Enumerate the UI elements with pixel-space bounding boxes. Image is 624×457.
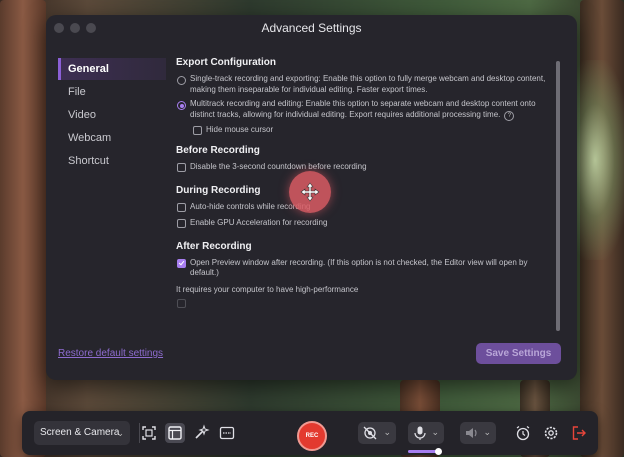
exit-icon — [572, 426, 586, 440]
gear-icon — [544, 426, 558, 440]
export-configuration-heading: Export Configuration — [176, 57, 276, 68]
gpu-checkbox[interactable] — [177, 219, 186, 228]
settings-sidebar: General File Video Webcam Shortcut — [58, 58, 166, 173]
camera-off-icon — [363, 426, 377, 440]
sidebar-item-shortcut[interactable]: Shortcut — [58, 150, 166, 172]
recording-toolbar: Screen & Camera ⌄ REC ⌄ ⌄ ⌄ — [22, 411, 598, 455]
hide-cursor-option[interactable]: Hide mouse cursor — [192, 125, 556, 136]
multitrack-option[interactable]: Multitrack recording and editing: Enable… — [176, 99, 556, 121]
settings-button[interactable] — [541, 423, 561, 443]
microphone-select[interactable]: ⌄ — [408, 422, 444, 444]
microphone-icon — [414, 426, 426, 440]
single-track-radio[interactable] — [177, 76, 186, 85]
countdown-label: Disable the 3-second countdown before re… — [190, 162, 367, 171]
chevron-down-icon: ⌄ — [431, 427, 439, 437]
system-audio-select[interactable]: ⌄ — [460, 422, 496, 444]
cursor-highlight — [289, 171, 331, 213]
speaker-muted-icon — [466, 428, 477, 438]
multitrack-label-wrap: Multitrack recording and editing: Enable… — [190, 99, 556, 121]
partial-option-row — [176, 298, 556, 308]
sidebar-item-file[interactable]: File — [58, 81, 166, 103]
microphone-level-knob[interactable] — [435, 448, 442, 455]
timer-button[interactable] — [513, 423, 533, 443]
chevron-down-icon: ⌄ — [383, 427, 391, 437]
autohide-checkbox[interactable] — [177, 202, 186, 212]
capture-source-label: Screen & Camera — [40, 427, 120, 438]
scrollbar-thumb[interactable] — [556, 61, 560, 331]
during-recording-heading: During Recording — [176, 184, 261, 196]
preview-option[interactable]: Open Preview window after recording. (If… — [176, 258, 556, 279]
sidebar-item-general[interactable]: General — [58, 58, 166, 80]
hide-cursor-label: Hide mouse cursor — [206, 124, 274, 134]
performance-note: It requires your computer to have high-p… — [176, 284, 359, 294]
capture-source-select[interactable]: Screen & Camera ⌄ — [34, 421, 130, 445]
gpu-label: Enable GPU Acceleration for recording — [190, 218, 328, 227]
preview-checkbox[interactable] — [177, 258, 186, 268]
chevron-down-icon: ⌄ — [483, 427, 491, 437]
bg-tree-trunk — [0, 0, 46, 457]
chevron-down-icon: ⌄ — [116, 428, 124, 438]
single-track-option[interactable]: Single-track recording and exporting: En… — [176, 74, 556, 95]
region-select-button[interactable] — [139, 423, 159, 443]
preview-label: Open Preview window after recording. (If… — [190, 257, 528, 278]
sidebar-item-video[interactable]: Video — [58, 104, 166, 126]
move-cursor-icon — [300, 182, 320, 202]
camera-select[interactable]: ⌄ — [358, 422, 396, 444]
autohide-option[interactable]: Auto-hide controls while recording — [176, 202, 556, 213]
screen-text-icon — [219, 426, 235, 440]
window-capture-button[interactable] — [165, 423, 185, 443]
window-icon — [168, 426, 182, 440]
title-bar: Advanced Settings — [46, 15, 577, 41]
window-title: Advanced Settings — [261, 21, 362, 35]
magic-wand-icon — [195, 424, 210, 439]
restore-defaults-link[interactable]: Restore default settings — [58, 348, 163, 359]
sidebar-item-webcam[interactable]: Webcam — [58, 127, 166, 149]
countdown-checkbox[interactable] — [177, 163, 186, 172]
teleprompter-button[interactable] — [217, 423, 237, 443]
multitrack-radio[interactable] — [177, 101, 186, 110]
record-button[interactable]: REC — [297, 421, 327, 451]
multitrack-label: Multitrack recording and editing: Enable… — [190, 99, 536, 119]
single-track-label: Single-track recording and exporting: En… — [190, 74, 546, 94]
annotate-button[interactable] — [191, 423, 211, 443]
crop-region-icon — [142, 426, 156, 440]
partial-checkbox[interactable] — [177, 298, 186, 308]
countdown-option[interactable]: Disable the 3-second countdown before re… — [176, 162, 556, 173]
after-recording-heading: After Recording — [176, 240, 252, 252]
before-recording-heading: Before Recording — [176, 145, 260, 156]
save-settings-button[interactable]: Save Settings — [476, 343, 561, 364]
help-icon[interactable]: ? — [504, 110, 515, 121]
content-scrollbar[interactable] — [556, 61, 560, 331]
gpu-option[interactable]: Enable GPU Acceleration for recording — [176, 218, 556, 229]
settings-content: Export Configuration Single-track record… — [176, 57, 556, 339]
alarm-clock-icon — [516, 426, 530, 441]
hide-cursor-checkbox[interactable] — [193, 125, 202, 135]
exit-button[interactable] — [569, 423, 589, 443]
